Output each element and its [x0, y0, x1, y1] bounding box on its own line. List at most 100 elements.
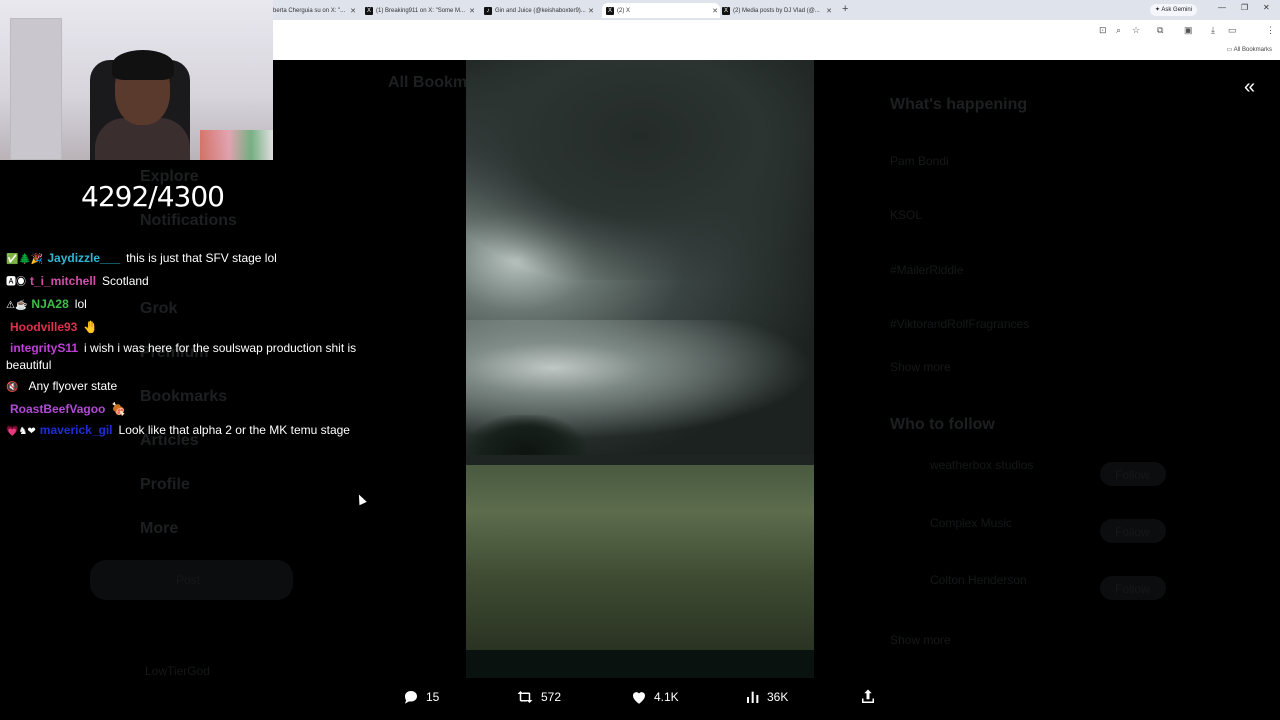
chat-badges-icon: 💗♞❤: [6, 425, 36, 437]
close-icon[interactable]: ✕: [588, 7, 594, 15]
nav-more[interactable]: More: [140, 520, 178, 538]
image-grass-field: [466, 465, 814, 650]
who-to-follow-heading: Who to follow: [890, 416, 995, 433]
chat-text: Any flyover state: [28, 378, 118, 393]
chat-text: this is just that SFV stage lol: [126, 251, 277, 265]
post-button[interactable]: Post: [90, 560, 293, 600]
bookmark-star-icon[interactable]: ☆: [1132, 25, 1140, 36]
views-button[interactable]: 36K: [745, 688, 788, 706]
chat-badges-icon: ✅🌲🎉: [6, 254, 44, 265]
chat-message: integrityS11 i wish i was here for the so…: [6, 340, 386, 373]
like-count: 4.1K: [654, 690, 679, 704]
reply-icon: [405, 691, 417, 704]
follow-button[interactable]: Follow: [1100, 462, 1166, 486]
follow-label: Follow: [1115, 525, 1150, 539]
browser-tab[interactable]: X (1) Breaking911 on X: "Some M... ✕: [365, 3, 477, 18]
close-icon[interactable]: ✕: [826, 7, 832, 15]
chat-username[interactable]: integrityS11: [10, 341, 78, 355]
new-tab-button[interactable]: +: [842, 3, 848, 15]
repost-button[interactable]: 572: [515, 688, 561, 706]
suggestion-name[interactable]: Complex Music: [930, 516, 1012, 530]
share-icon: [862, 689, 874, 703]
browser-tab[interactable]: X (2) Media posts by DJ Vlad (@... ✕: [722, 3, 834, 18]
suggestion-name[interactable]: Colton Henderson: [930, 573, 1027, 587]
sidepanel-icon[interactable]: ▣: [1184, 25, 1193, 36]
tab-title: (2) X: [617, 7, 631, 14]
post-button-label: Post: [176, 573, 201, 587]
collapse-panel-icon[interactable]: «: [1244, 76, 1255, 99]
nav-notifications[interactable]: Notifications: [140, 212, 237, 230]
ask-gemini-button[interactable]: ✦ Ask Gemini: [1150, 4, 1198, 16]
trend-item[interactable]: #MailerRiddle: [890, 263, 963, 277]
gemini-label: Ask Gemini: [1161, 7, 1193, 13]
repost-count: 572: [541, 690, 562, 704]
chat-message: 💗♞❤ maverick_gil Look like that alpha 2 or…: [6, 422, 386, 441]
show-more-link[interactable]: Show more: [890, 633, 951, 647]
tiktok-icon: ♪: [484, 6, 492, 15]
heart-icon: [633, 692, 645, 704]
trend-item[interactable]: KSOL: [890, 208, 922, 222]
whats-happening-heading: What's happening: [890, 96, 1028, 113]
follow-button[interactable]: Follow: [1100, 576, 1166, 600]
x-logo-icon: X: [722, 6, 730, 15]
restore-icon[interactable]: ❐: [1241, 3, 1248, 12]
minimize-icon[interactable]: —: [1218, 3, 1226, 12]
trend-item[interactable]: #ViktorandRolfFragrances: [890, 317, 1029, 331]
reply-button[interactable]: 15: [402, 688, 439, 706]
x-logo-icon: X: [606, 6, 614, 15]
zoom-icon[interactable]: ⌕: [1116, 25, 1121, 36]
follow-label: Follow: [1115, 582, 1150, 596]
install-icon[interactable]: ⊡: [1099, 25, 1107, 36]
x-logo-icon: X: [365, 6, 373, 15]
chat-message: ✅🌲🎉 Jaydizzle___ this is just that SFV sta…: [6, 250, 386, 269]
chat-username[interactable]: t_i_mitchell: [30, 274, 96, 288]
webcam-shelf: [200, 130, 273, 160]
close-icon[interactable]: ✕: [469, 7, 475, 15]
tab-title: (1) Breaking911 on X: "Some M...: [376, 7, 466, 14]
browser-tab[interactable]: berta Cherguia su on X: "... ✕: [273, 3, 358, 18]
stream-chat: ✅🌲🎉 Jaydizzle___ this is just that SFV sta…: [6, 250, 386, 445]
chat-username[interactable]: RoastBeefVagoo: [10, 402, 105, 416]
chat-text: lol: [74, 297, 87, 311]
media-progress-area: [466, 650, 814, 678]
chat-text: Look like that alpha 2 or the MK temu st…: [118, 422, 350, 437]
chat-text: Scotland: [102, 274, 149, 288]
chat-badges-icon: ⚠☕: [6, 300, 28, 311]
download-icon[interactable]: ⤓: [1211, 25, 1215, 36]
close-window-icon[interactable]: ✕: [1263, 3, 1270, 12]
share-button[interactable]: [859, 688, 877, 706]
chat-username[interactable]: maverick_gil: [40, 423, 113, 437]
cast-icon[interactable]: ▭: [1228, 25, 1237, 36]
webcam-person-hair: [112, 50, 174, 80]
browser-tab[interactable]: ♪ Gin and Juice (@keishaboxter9)... ✕: [484, 3, 596, 18]
suggestion-name[interactable]: weatherbox studios: [930, 458, 1033, 472]
chat-username[interactable]: NJA28: [31, 297, 68, 311]
like-button[interactable]: 4.1K: [630, 688, 679, 706]
browser-tab-active[interactable]: X (2) X ✕: [602, 3, 720, 18]
tab-title: Gin and Juice (@keishaboxter9)...: [495, 7, 586, 14]
chat-username[interactable]: Jaydizzle___: [47, 251, 120, 265]
all-bookmarks-label: All Bookmarks: [1233, 47, 1272, 53]
trend-item[interactable]: Pam Bondi: [890, 154, 949, 168]
show-more-link[interactable]: Show more: [890, 360, 951, 374]
close-icon[interactable]: ✕: [350, 7, 356, 15]
chat-message: RoastBeefVagoo 🍖: [6, 401, 386, 418]
menu-icon[interactable]: ⋮: [1266, 25, 1275, 36]
webcam-feed: [0, 0, 273, 160]
reply-count: 15: [426, 690, 440, 704]
tab-title: (2) Media posts by DJ Vlad (@...: [733, 7, 820, 14]
chat-message: Hoodville93 🤚: [6, 319, 386, 336]
close-icon[interactable]: ✕: [712, 7, 718, 15]
nav-profile[interactable]: Profile: [140, 476, 190, 494]
follow-button[interactable]: Follow: [1100, 519, 1166, 543]
chat-username[interactable]: Hoodville93: [10, 320, 77, 334]
views-icon: [747, 691, 759, 703]
sub-counter: 4292/4300: [81, 180, 225, 213]
image-storm-clouds: [466, 60, 814, 280]
all-bookmarks-link[interactable]: ▭ All Bookmarks: [1227, 46, 1272, 53]
media-image[interactable]: [466, 60, 814, 650]
extensions-icon[interactable]: ⧉: [1157, 25, 1163, 36]
view-count: 36K: [767, 690, 789, 704]
chat-message: 🅰◉ t_i_mitchell Scotland: [6, 273, 386, 292]
account-name[interactable]: LowTierGod: [145, 664, 210, 678]
